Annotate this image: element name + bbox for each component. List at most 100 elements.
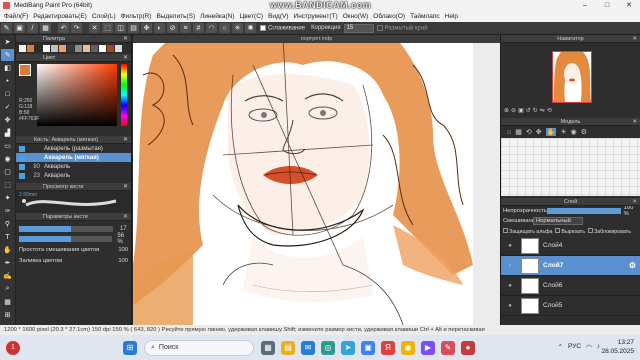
video-icon[interactable]: ▶	[421, 340, 435, 355]
visibility-icon[interactable]: ●	[505, 243, 515, 249]
grid-icon[interactable]: ▦	[40, 23, 51, 33]
pen-tool-icon[interactable]: ✒	[1, 257, 14, 269]
layer-blend-select[interactable]: Нормальный	[533, 217, 583, 225]
palette-swatch[interactable]	[51, 45, 58, 52]
model-hand-icon[interactable]: ✋	[545, 128, 557, 136]
close-icon[interactable]: ✕	[123, 136, 128, 144]
select-icon[interactable]: ◫	[115, 23, 126, 33]
model-move-icon[interactable]: ✥	[536, 128, 542, 136]
telegram-icon[interactable]: ➤	[341, 340, 355, 355]
zoom-in-icon[interactable]: ⊕	[504, 107, 509, 118]
correction-select[interactable]: 15	[343, 23, 374, 33]
hand-icon[interactable]: ✋	[1, 244, 14, 256]
smudge-icon[interactable]: ✍	[1, 270, 14, 282]
close-button[interactable]: ✕	[618, 0, 640, 11]
clip-checkbox[interactable]: Вырезать	[555, 227, 585, 235]
clock[interactable]: 13:27 28.05.2025	[601, 338, 634, 356]
flip-icon[interactable]: ⇋	[540, 107, 545, 118]
menu-item[interactable]: Редактировать(E)	[33, 13, 87, 20]
volume-icon[interactable]: ♪	[597, 343, 600, 351]
rotate-right-icon[interactable]: ↻	[533, 107, 538, 118]
widget-icon[interactable]: ▦	[261, 340, 275, 355]
maximize-button[interactable]: □	[596, 0, 618, 11]
minimize-button[interactable]: –	[574, 0, 596, 11]
canvas-area[interactable]: портрет.mdp	[133, 35, 500, 325]
move-icon[interactable]: ✥	[141, 23, 152, 33]
model-camera-icon[interactable]: ◉	[571, 128, 577, 136]
model-rotate-icon[interactable]: ⟲	[526, 128, 532, 136]
menu-item[interactable]: Фильтр(R)	[121, 13, 152, 20]
eyedropper-icon[interactable]: ⚲	[1, 218, 14, 230]
wifi-icon[interactable]: ◠	[586, 343, 592, 351]
menu-item[interactable]: Выделить(S)	[156, 13, 195, 20]
model-home-icon[interactable]: ⌂	[507, 129, 511, 136]
delete-icon[interactable]: ✕	[89, 23, 100, 33]
palette-swatch[interactable]	[107, 45, 114, 52]
visibility-icon[interactable]: ●	[505, 263, 515, 269]
zoom-out-icon[interactable]: ⊖	[511, 107, 516, 118]
color-picker[interactable]: R:250 G:118 B:58 #FF763F	[19, 64, 128, 134]
chrome-icon[interactable]: ◉	[401, 340, 415, 355]
palette-swatch[interactable]	[43, 45, 50, 52]
layer-item[interactable]: ● Слой5	[501, 296, 640, 316]
transform-icon[interactable]: ⬚	[102, 23, 113, 33]
language-indicator[interactable]: РУС	[568, 343, 581, 351]
menu-item[interactable]: Вид(V)	[268, 13, 288, 20]
brush-size-slider[interactable]	[19, 226, 113, 232]
model-view[interactable]	[501, 138, 640, 196]
brush-tool-icon[interactable]: ✎	[1, 49, 14, 61]
brush-opacity-slider[interactable]	[19, 236, 113, 242]
pen-icon[interactable]: /	[27, 23, 38, 33]
close-icon[interactable]: ✕	[632, 35, 637, 43]
fill-value[interactable]: 100	[118, 258, 128, 264]
close-icon[interactable]: ✕	[123, 54, 128, 62]
start-icon[interactable]: ⊞	[123, 340, 137, 355]
menu-item[interactable]: Файл(F)	[4, 13, 28, 20]
yandex-icon[interactable]: Я	[381, 340, 395, 355]
fill-icon[interactable]: ▣	[14, 23, 25, 33]
smoothing-checkbox[interactable]: Сглаживание	[260, 24, 305, 31]
text-icon[interactable]: T	[1, 231, 14, 243]
navigator-preview[interactable]	[501, 43, 640, 107]
bucket-icon[interactable]: ◉	[1, 153, 14, 165]
layer-item[interactable]: ● Слой7 ⚙	[501, 256, 640, 276]
brush-item[interactable]: 80 Акварель	[16, 162, 131, 171]
select-pen-icon[interactable]: ✑	[1, 205, 14, 217]
layer-opacity-slider[interactable]	[546, 208, 621, 214]
palette-swatch[interactable]	[35, 45, 42, 52]
close-icon[interactable]: ✕	[632, 118, 637, 126]
visibility-icon[interactable]: ●	[505, 283, 515, 289]
blend-value[interactable]: 100	[118, 247, 128, 253]
protect-alpha-checkbox[interactable]: Защищать альфа	[503, 227, 552, 235]
pointer-icon[interactable]: ➤	[1, 36, 14, 48]
close-icon[interactable]: ✕	[123, 35, 128, 43]
layer-item[interactable]: ● Слой6	[501, 276, 640, 296]
dot-icon[interactable]: •	[1, 75, 14, 87]
redo-icon[interactable]: ↷	[71, 23, 82, 33]
files-icon[interactable]: ▤	[281, 340, 295, 355]
store-icon[interactable]: ▣	[361, 340, 375, 355]
model-settings-icon[interactable]: ⚙	[581, 128, 587, 136]
notification-badge[interactable]: 1	[6, 340, 20, 355]
close-icon[interactable]: ✕	[123, 183, 128, 191]
layer-item[interactable]: ● Слой4	[501, 236, 640, 256]
close-icon[interactable]: ✕	[632, 198, 637, 206]
menu-item[interactable]: Инструмент(T)	[294, 13, 338, 20]
medibang-icon[interactable]: ✎	[441, 340, 455, 355]
palette-swatch[interactable]	[75, 45, 82, 52]
reset-icon[interactable]: ⟲	[547, 107, 552, 118]
menu-item[interactable]: Окно(W)	[343, 13, 369, 20]
close-icon[interactable]: ✕	[123, 213, 128, 221]
brush-item[interactable]: Акварель (размытая)	[16, 144, 131, 153]
shape-icon[interactable]: ▢	[1, 166, 14, 178]
wand-icon[interactable]: ✦	[1, 192, 14, 204]
rotate-left-icon[interactable]: ↺	[526, 107, 531, 118]
palette-swatch[interactable]	[67, 45, 74, 52]
browser-icon[interactable]: ◎	[321, 340, 335, 355]
taskbar-search[interactable]: ⌕ Поиск	[144, 339, 254, 356]
menu-item[interactable]: Облако(O)	[373, 13, 405, 20]
current-color-swatch[interactable]	[19, 64, 31, 76]
palette-swatch[interactable]	[19, 45, 26, 52]
gradient-icon[interactable]: ▭	[1, 140, 14, 152]
palette-swatch[interactable]	[115, 45, 122, 52]
